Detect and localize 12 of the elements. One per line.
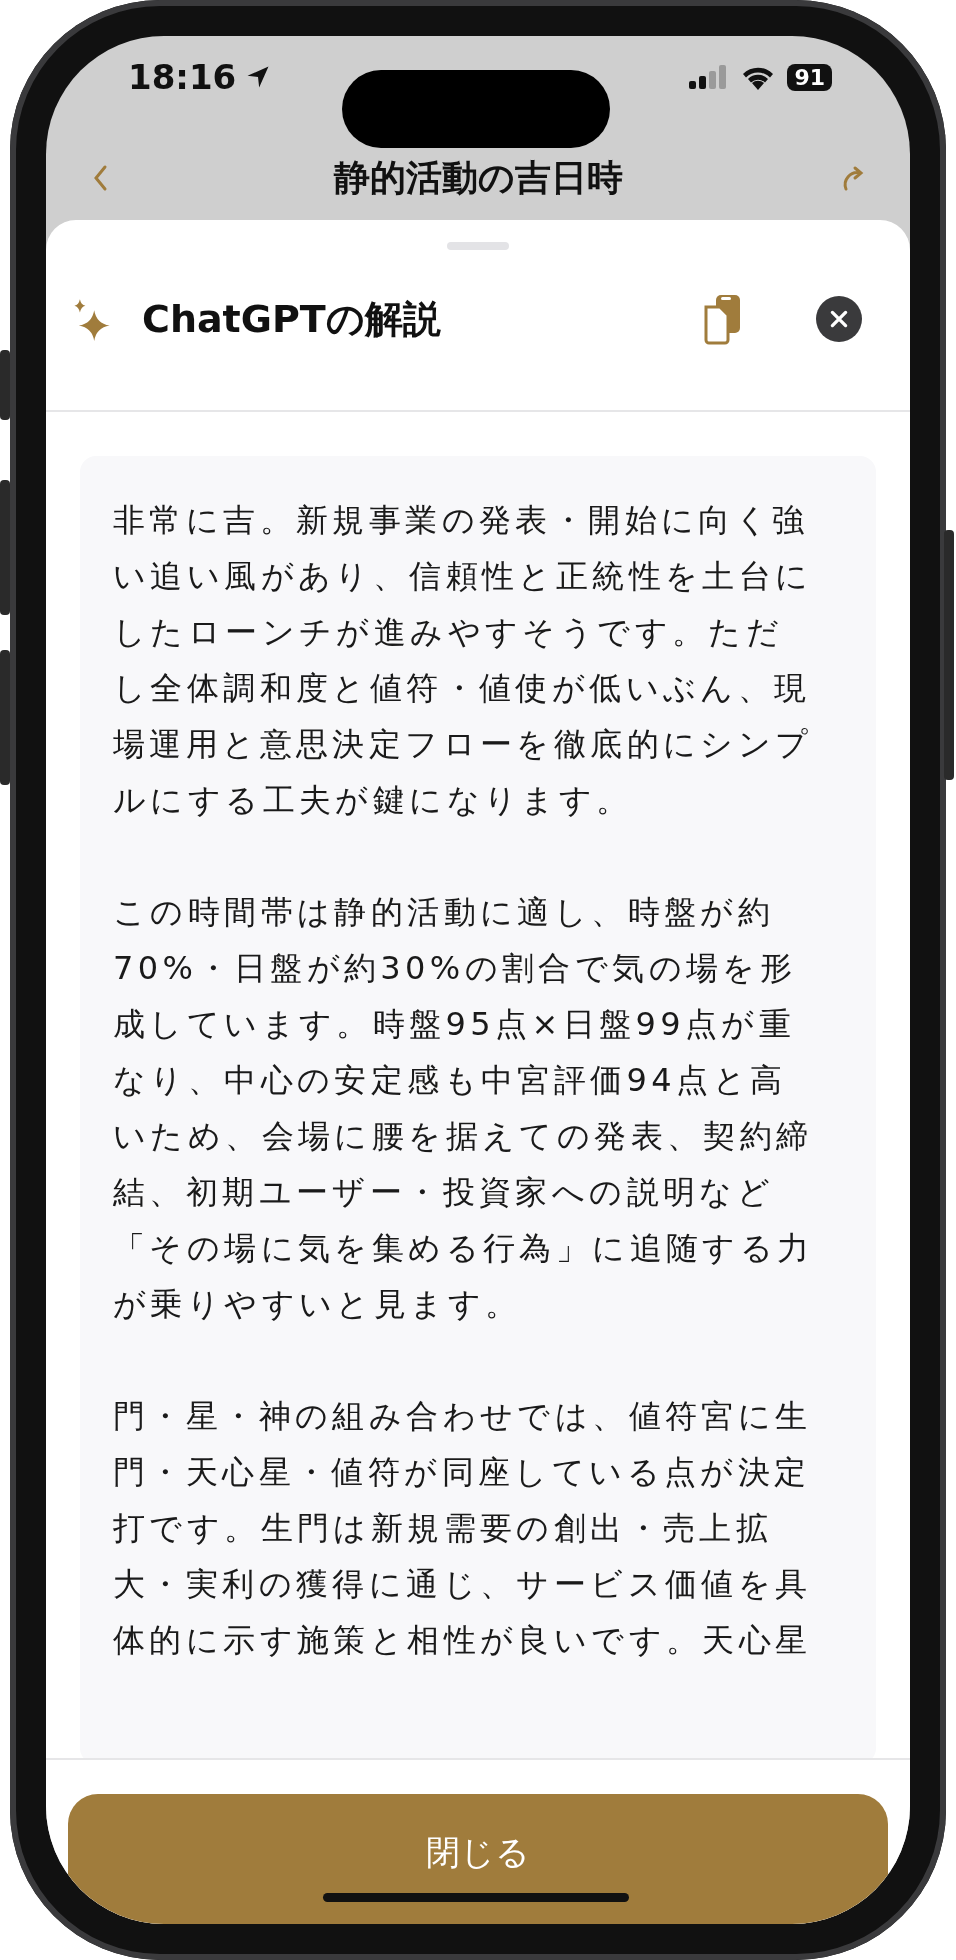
close-icon bbox=[828, 308, 850, 330]
sheet-title: ChatGPTの解説 bbox=[142, 295, 442, 343]
drag-handle[interactable] bbox=[447, 242, 509, 250]
status-time: 18:16 bbox=[128, 57, 237, 97]
page-title: 静的活動の吉日時 bbox=[333, 160, 623, 196]
copy-icon[interactable] bbox=[702, 293, 742, 345]
explanation-paragraph: この時間帯は静的活動に適し、時盤が約70%・日盤が約30%の割合で気の場を形成しています。時盤95点×日盤99点が重なり、中心の安定感も中宮評価94点と高いため、会場に腰を据えての発表、契約締結、初期ユーザー・投資家への説明など「その場に気を集める行為」に追随する力が乗りやすいと見ます。 bbox=[113, 892, 815, 1325]
close-sheet-button[interactable]: 閉じる bbox=[68, 1794, 888, 1924]
battery-indicator: 91 bbox=[787, 63, 832, 91]
explanation-paragraph: 非常に吉。新規事業の発表・開始に向く強い追い風があり、信頼性と正統性を土台にしたローンチが進みやすそうです。ただし全体調和度と値符・値使が低いぶん、現場運用と意思決定フローを徹底的にシンプルにする工夫が鍵になります。 bbox=[113, 500, 814, 821]
close-button[interactable] bbox=[816, 296, 862, 342]
explanation-paragraph: 門・星・神の組み合わせでは、値符宮に生門・天心星・値符が同座している点が決定打です。生門は新規需要の創出・売上拡大・実利の獲得に通じ、サービス価値を具体的に示す施策と相性が良いです。天心星 bbox=[113, 1396, 813, 1661]
